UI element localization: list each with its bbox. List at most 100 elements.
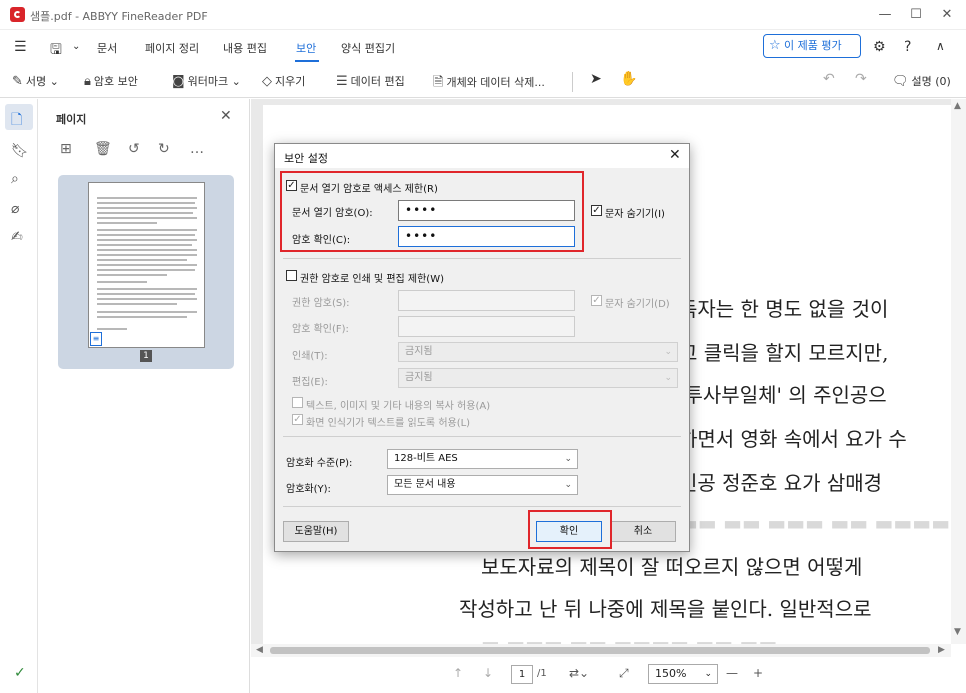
document-text-line: 작성하고 난 뒤 나중에 제목을 붙인다. 일반적으로 xyxy=(459,597,872,621)
attachment-icon[interactable]: ⌀ xyxy=(11,201,19,217)
fit-page-icon[interactable]: ⤢ xyxy=(619,666,629,681)
data-edit-icon: ☰ xyxy=(336,74,348,89)
hide-characters-checkbox[interactable]: ✓ xyxy=(591,205,602,216)
bookmark-icon[interactable]: 🔖︎ xyxy=(11,143,29,159)
comments-tool[interactable]: 🗨 설명 (0) xyxy=(892,73,951,89)
permission-password-input[interactable] xyxy=(398,290,575,311)
permission-hide-characters-label: 문자 숨기기(D) xyxy=(605,299,670,310)
active-menu-indicator xyxy=(295,60,319,62)
delete-objects-tool[interactable]: 🗎 개체와 데이터 삭제... xyxy=(433,73,545,95)
add-page-icon[interactable]: ⊞ xyxy=(60,141,72,157)
pages-panel: 페이지 ✕ ⊞ 🗑 ↺ ↻ … ≡ 1 xyxy=(38,99,250,693)
confirm-password-input[interactable]: •••• xyxy=(398,226,575,247)
menu-form-editor[interactable]: 양식 편집기 xyxy=(341,40,395,56)
gear-icon[interactable]: ⚙ xyxy=(873,39,886,55)
allow-copy-label: 텍스트, 이미지 및 기타 내용의 복사 허용(A) xyxy=(306,401,491,412)
save-icon[interactable]: 🖫 xyxy=(50,39,62,63)
current-page-input[interactable]: 1 xyxy=(511,665,533,684)
eraser-icon: ◇ xyxy=(262,74,272,89)
close-window-button[interactable]: ✕ xyxy=(932,4,962,26)
app-logo-icon xyxy=(10,7,25,22)
search-icon[interactable]: ⌕ xyxy=(11,171,19,187)
scroll-left-icon[interactable]: ◀ xyxy=(256,645,263,655)
toolbar-divider xyxy=(572,72,573,92)
document-icon: ≡ xyxy=(90,332,102,346)
thumbnail-page-number: 1 xyxy=(140,350,152,362)
menu-content-edit[interactable]: 내용 편집 xyxy=(223,40,267,56)
watermark-tool[interactable]: ◙ 워터마크 ⌄ xyxy=(172,73,241,89)
permission-hide-characters-checkbox[interactable]: ✓ xyxy=(591,295,602,306)
zoom-select[interactable]: 150% ⌄ xyxy=(648,664,718,684)
restrict-open-checkbox[interactable]: ✓ xyxy=(286,180,297,191)
allow-screenreader-checkbox[interactable]: ✓ xyxy=(292,414,303,425)
rate-product-button[interactable]: ☆ 이 제품 평가 xyxy=(763,34,861,58)
rotate-right-icon[interactable]: ↻ xyxy=(158,141,170,157)
encryption-level-select[interactable]: 128-비트 AES ⌄ xyxy=(387,449,578,469)
window-title: 샘플.pdf - ABBYY FineReader PDF xyxy=(30,10,208,23)
sign-tool[interactable]: ✎ 서명 ⌄ xyxy=(12,73,59,89)
title-bar: 샘플.pdf - ABBYY FineReader PDF — ☐ ✕ xyxy=(0,0,966,30)
more-options-icon[interactable]: … xyxy=(190,141,204,157)
scroll-right-icon[interactable]: ▶ xyxy=(938,645,945,655)
rotate-left-icon[interactable]: ↺ xyxy=(128,141,140,157)
scroll-down-icon[interactable]: ▼ xyxy=(954,627,961,637)
vertical-scrollbar[interactable]: ▲ ▼ xyxy=(951,99,966,644)
chevron-down-icon: ⌄ xyxy=(704,669,712,679)
document-text-line: 보도자료의 제목이 잘 떠오르지 않으면 어떻게 xyxy=(481,555,863,579)
scroll-up-icon[interactable]: ▲ xyxy=(954,101,961,111)
document-text-line: 독자는 한 명도 없을 것이 xyxy=(679,297,889,321)
help-button[interactable]: 도움말(H) xyxy=(283,521,349,542)
horizontal-scroll-thumb[interactable] xyxy=(270,647,930,654)
fit-width-icon[interactable]: ⇄⌄ xyxy=(569,666,589,680)
menu-page-organize[interactable]: 페이지 정리 xyxy=(145,40,199,56)
print-permission-select[interactable]: 금지됨 ⌄ xyxy=(398,342,678,362)
hand-tool-icon[interactable]: ✋ xyxy=(620,71,637,87)
status-check-icon[interactable]: ✓ xyxy=(14,665,26,681)
signature-panel-icon[interactable]: ✍ xyxy=(11,229,23,245)
menu-security[interactable]: 보안 xyxy=(296,40,316,56)
encryption-scope-select[interactable]: 모든 문서 내용 ⌄ xyxy=(387,475,578,495)
edit-permission-select[interactable]: 금지됨 ⌄ xyxy=(398,368,678,388)
collapse-ribbon-icon[interactable]: ∧ xyxy=(936,39,945,53)
redo-icon[interactable]: ↷ xyxy=(855,71,867,87)
undo-icon[interactable]: ↶ xyxy=(823,71,835,87)
data-edit-tool[interactable]: ☰ 데이터 편집 xyxy=(336,73,405,89)
permission-password-label: 권한 암호(S): xyxy=(292,298,350,309)
document-faded-line: ▬ ▬▬▬ ▬▬ ▬▬▬▬ ▬▬ ▬▬ xyxy=(481,632,778,644)
help-icon[interactable]: ? xyxy=(904,39,911,55)
section-divider xyxy=(283,258,681,259)
menu-document[interactable]: 문서 xyxy=(97,40,117,56)
hamburger-menu-icon[interactable]: ☰ xyxy=(14,39,27,55)
encryption-scope-label: 암호화(Y): xyxy=(286,484,331,495)
password-security-tool[interactable]: 🔒︎ 암호 보안 xyxy=(84,73,138,89)
allow-copy-checkbox[interactable] xyxy=(292,397,303,408)
restrict-permissions-checkbox[interactable] xyxy=(286,270,297,281)
select-pointer-icon[interactable]: ➤ xyxy=(590,71,602,87)
encryption-level-label: 암호화 수준(P): xyxy=(286,458,353,469)
edit-label: 편집(E): xyxy=(292,377,328,388)
chevron-down-icon[interactable]: ⌄ xyxy=(72,41,80,52)
close-panel-icon[interactable]: ✕ xyxy=(220,108,232,124)
ok-button[interactable]: 확인 xyxy=(536,521,602,542)
open-password-input[interactable]: •••• xyxy=(398,200,575,221)
cancel-button[interactable]: 취소 xyxy=(610,521,676,542)
document-faded-line: ▬▬ ▬▬ ▬▬▬ ▬▬ ▬▬▬▬ xyxy=(679,511,951,535)
dialog-title: 보안 설정 xyxy=(284,152,328,165)
comment-icon: 🗨 xyxy=(892,74,909,89)
maximize-button[interactable]: ☐ xyxy=(901,4,931,26)
permission-confirm-input[interactable] xyxy=(398,316,575,337)
permission-confirm-label: 암호 확인(F): xyxy=(292,324,349,335)
zoom-in-icon[interactable]: + xyxy=(753,666,763,680)
pages-icon[interactable]: 🗋 xyxy=(11,109,22,133)
zoom-out-icon[interactable]: — xyxy=(726,666,738,680)
delete-page-icon[interactable]: 🗑 xyxy=(94,141,112,157)
erase-tool[interactable]: ◇ 지우기 xyxy=(262,73,305,89)
page-thumbnail[interactable] xyxy=(88,182,205,348)
previous-page-icon[interactable]: ↑ xyxy=(453,666,463,680)
next-page-icon[interactable]: ↓ xyxy=(483,666,493,680)
dialog-close-icon[interactable]: ✕ xyxy=(669,147,681,163)
restrict-permissions-label: 권한 암호로 인쇄 및 편집 제한(W) xyxy=(300,274,444,285)
section-divider xyxy=(283,436,681,437)
restrict-open-label: 문서 열기 암호로 액세스 제한(R) xyxy=(300,184,438,195)
minimize-button[interactable]: — xyxy=(870,4,900,26)
